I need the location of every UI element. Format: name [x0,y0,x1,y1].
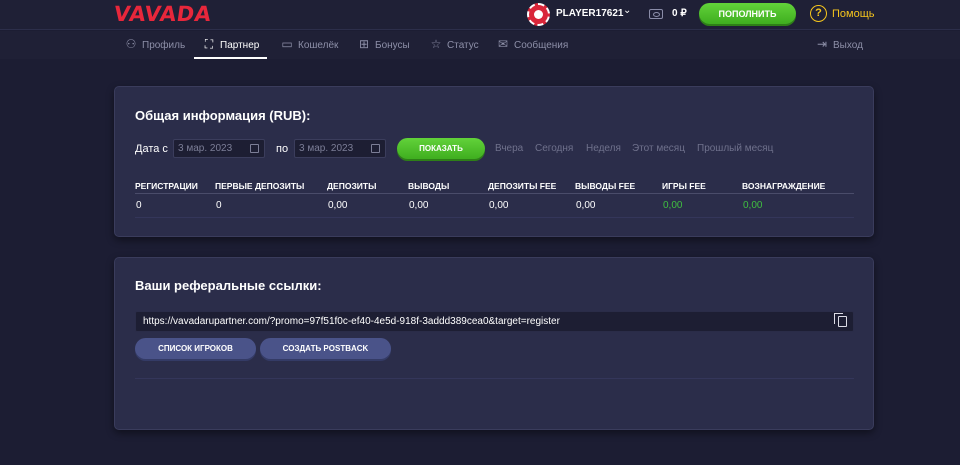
table-cell: 0 [136,200,142,211]
header-divider [135,193,854,194]
range-today[interactable]: Сегодня [535,143,573,154]
referral-links-card: Ваши реферальные ссылки: https://vavadar… [114,257,874,430]
date-from-value: 3 мар. 2023 [178,143,233,154]
column-header: ВЫВОДЫ FEE [575,181,636,191]
balance: 0 ₽ [672,8,687,19]
help-icon[interactable]: ? [810,5,827,22]
table-cell: 0,00 [743,200,763,211]
create-postback-button[interactable]: СОЗДАТЬ POSTBACK [260,338,391,359]
top-bar: VAVADA PLAYER17621 ⌄ 0 ₽ ПОПОЛНИТЬ ? Пом… [0,0,960,30]
tab-wallet[interactable]: ▭ Кошелёк [280,31,338,59]
deposit-button[interactable]: ПОПОЛНИТЬ [699,3,796,24]
general-info-title: Общая информация (RUB): [135,108,311,123]
date-from-input[interactable]: 3 мар. 2023 [173,139,265,158]
tab-profile-label: Профиль [142,40,186,51]
wallet-icon [649,9,663,19]
table-cell: 0,00 [489,200,509,211]
date-to-value: 3 мар. 2023 [299,143,354,154]
date-to-label: по [276,143,289,155]
table-cell: 0,00 [663,200,683,211]
help-link[interactable]: Помощь [832,8,875,20]
tab-wallet-label: Кошелёк [298,40,339,51]
table-cell: 0 [216,200,222,211]
range-this-month[interactable]: Этот месяц [632,143,685,154]
star-icon: ☆ [430,37,442,51]
tab-bonuses[interactable]: ⊞ Бонусы [357,31,410,59]
copy-icon[interactable] [834,313,847,327]
range-week[interactable]: Неделя [586,143,621,154]
logout-icon: ⇥ [816,37,828,51]
network-icon: ⛶ [204,37,214,51]
referral-links-title: Ваши реферальные ссылки: [135,278,322,293]
mail-icon: ✉ [497,37,509,51]
column-header: ПЕРВЫЕ ДЕПОЗИТЫ [215,181,305,191]
column-header: ДЕПОЗИТЫ FEE [488,181,557,191]
vavada-logo[interactable]: VAVADA [112,2,213,26]
date-to-input[interactable]: 3 мар. 2023 [294,139,386,158]
wallet-icon: ▭ [281,37,293,51]
range-yesterday[interactable]: Вчера [495,143,523,154]
tab-bonuses-label: Бонусы [375,40,410,51]
username[interactable]: PLAYER17621 [556,8,623,19]
tab-status-label: Статус [447,40,479,51]
avatar[interactable] [527,3,550,26]
account-nav: ⚇ Профиль ⛶ Партнер ▭ Кошелёк ⊞ Бонусы ☆ Стат… [0,31,960,59]
section-divider [135,378,854,379]
column-header: ВОЗНАГРАЖДЕНИЕ [742,181,826,191]
tab-partner-label: Партнер [220,40,260,51]
gift-icon: ⊞ [358,37,370,51]
tab-partner[interactable]: ⛶ Партнер [194,31,268,59]
tab-profile[interactable]: ⚇ Профиль [124,31,186,59]
calendar-icon[interactable] [250,144,259,153]
tab-status[interactable]: ☆ Статус [429,31,479,59]
table-cell: 0,00 [409,200,429,211]
table-cell: 0,00 [328,200,348,211]
date-from-label: Дата с [135,143,168,155]
range-last-month[interactable]: Прошлый месяц [697,143,773,154]
column-header: ДЕПОЗИТЫ [327,181,377,191]
column-header: РЕГИСТРАЦИИ [135,181,198,191]
tab-messages-label: Сообщения [514,40,569,51]
players-list-button[interactable]: СПИСОК ИГРОКОВ [135,338,256,359]
row-divider [135,217,854,218]
show-button[interactable]: ПОКАЗАТЬ [397,138,485,159]
logout-label: Выход [833,40,863,51]
referral-link-field[interactable]: https://vavadarupartner.com/?promo=97f51… [135,311,854,332]
calendar-icon[interactable] [371,144,380,153]
column-header: ИГРЫ FEE [662,181,706,191]
referral-link-text: https://vavadarupartner.com/?promo=97f51… [143,316,560,327]
tab-messages[interactable]: ✉ Сообщения [496,31,568,59]
chevron-down-icon[interactable]: ⌄ [623,5,631,16]
column-header: ВЫВОДЫ [408,181,450,191]
table-cell: 0,00 [576,200,596,211]
user-icon: ⚇ [125,37,137,51]
general-info-card: Общая информация (RUB): Дата с 3 мар. 20… [114,86,874,237]
logout-link[interactable]: ⇥ Выход [815,31,863,59]
